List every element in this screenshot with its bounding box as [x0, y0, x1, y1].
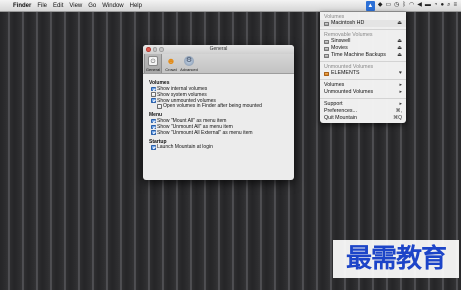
checkbox[interactable]	[151, 98, 156, 103]
menu-go[interactable]: Go	[88, 3, 96, 9]
crowd-icon: ☻	[166, 56, 176, 66]
checkbox[interactable]	[151, 145, 156, 150]
eject-icon[interactable]: ⏏	[397, 20, 402, 27]
preferences-window: General ⏻ General ☻ Crowd ⚙ Advanced Vol…	[143, 45, 294, 180]
watermark-logo: 最需教育	[333, 240, 459, 278]
menu-item-unmounted-volumes[interactable]: Unmounted Volumes ▸	[320, 89, 406, 96]
shortcut-label: ⌘,	[395, 108, 402, 114]
external-drive-icon	[324, 71, 329, 76]
submenu-arrow-icon: ▸	[399, 89, 402, 95]
user-icon[interactable]: ●	[440, 0, 444, 11]
volume-label: Movies	[331, 45, 348, 51]
menu-item-label: Support	[324, 101, 343, 107]
tab-advanced[interactable]: ⚙ Advanced	[180, 54, 198, 73]
hard-drive-icon	[324, 21, 329, 26]
volume-label: Time Machine Backups	[331, 52, 386, 58]
tab-crowd[interactable]: ☻ Crowd	[162, 54, 180, 73]
checkbox[interactable]	[157, 104, 162, 109]
volume-label: Macintosh HD	[331, 20, 365, 26]
option-open-volumes-in-finder[interactable]: Open volumes in Finder after being mount…	[157, 103, 288, 109]
preferences-content: Volumes Show internal volumes Show syste…	[143, 74, 294, 150]
window-controls	[146, 47, 164, 52]
submenu-arrow-icon: ▸	[399, 101, 402, 107]
volume-movies[interactable]: Movies ⏏	[320, 45, 406, 52]
preferences-toolbar: ⏻ General ☻ Crowd ⚙ Advanced	[143, 54, 294, 74]
volume-sinswell[interactable]: Sinswell ⏏	[320, 38, 406, 45]
volume-label: ELEMENTS	[331, 70, 360, 76]
separator	[320, 61, 406, 62]
wifi-icon[interactable]: ◠	[409, 0, 414, 11]
checkbox[interactable]	[151, 130, 156, 135]
menu-item-support[interactable]: Support ▸	[320, 101, 406, 108]
menu-item-quit[interactable]: Quit Mountain ⌘Q	[320, 115, 406, 122]
volume-macintosh-hd[interactable]: Macintosh HD ⏏	[320, 20, 406, 27]
mount-icon[interactable]: ♥	[399, 70, 402, 77]
menu-item-volumes[interactable]: Volumes ▸	[320, 82, 406, 89]
spotlight-icon[interactable]: ⌕	[447, 0, 450, 11]
mountain-menu: Volumes Macintosh HD ⏏ Removable Volumes…	[320, 12, 406, 123]
menu-item-label: Quit Mountain	[324, 115, 357, 121]
separator	[320, 79, 406, 80]
menu-item-label: Preferences...	[324, 108, 357, 114]
checkbox-label: Open volumes in Finder after being mount…	[163, 103, 262, 110]
drive-icon	[324, 46, 329, 51]
clock-icon[interactable]: ◔	[434, 0, 438, 11]
menu-view[interactable]: View	[69, 3, 82, 9]
volume-time-machine[interactable]: Time Machine Backups ⏏	[320, 52, 406, 59]
battery-icon[interactable]: ▬	[425, 0, 431, 11]
menu-file[interactable]: File	[37, 3, 47, 9]
gear-icon: ⚙	[184, 56, 194, 66]
separator	[320, 29, 406, 30]
close-button[interactable]	[146, 47, 151, 52]
menu-bar: Finder File Edit View Go Window Help ▲ ◆…	[0, 0, 461, 12]
tab-label: General	[145, 67, 161, 72]
tab-label: Crowd	[165, 67, 177, 72]
eject-icon[interactable]: ⏏	[397, 52, 402, 59]
volume-elements[interactable]: ELEMENTS ♥	[320, 70, 406, 77]
menu-edit[interactable]: Edit	[53, 3, 63, 9]
volume-icon[interactable]: ◀	[417, 0, 422, 11]
menu-finder[interactable]: Finder	[13, 3, 31, 9]
menu-item-preferences[interactable]: Preferences... ⌘,	[320, 108, 406, 115]
bluetooth-icon[interactable]: ᛒ	[402, 0, 406, 11]
checkbox[interactable]	[151, 124, 156, 130]
tab-general[interactable]: ⏻ General	[144, 54, 162, 73]
dropbox-icon[interactable]: ◆	[378, 0, 383, 11]
zoom-button[interactable]	[159, 47, 164, 52]
checkbox[interactable]	[151, 92, 156, 97]
eject-icon[interactable]: ⏏	[397, 38, 402, 45]
drive-icon	[324, 39, 329, 44]
window-titlebar[interactable]: General	[143, 45, 294, 54]
option-show-unmount-all-external[interactable]: Show "Unmount All External" as menu item	[151, 130, 288, 136]
menu-item-label: Unmounted Volumes	[324, 89, 374, 95]
status-area: ▲ ◆ ▭ ◷ ᛒ ◠ ◀ ▬ ◔ ● ⌕ ≡	[365, 0, 457, 11]
drive-icon	[324, 53, 329, 58]
timemachine-icon[interactable]: ◷	[394, 0, 399, 11]
menu-help[interactable]: Help	[130, 3, 142, 9]
window-title: General	[209, 46, 228, 52]
menu-item-label: Volumes	[324, 82, 345, 88]
checkbox-label: Launch Mountain at login	[157, 144, 213, 151]
tab-label: Advanced	[180, 67, 198, 72]
option-launch-at-login[interactable]: Launch Mountain at login	[151, 144, 288, 151]
notification-icon[interactable]: ≡	[453, 0, 457, 11]
checkbox[interactable]	[151, 86, 156, 92]
minimize-button[interactable]	[152, 47, 157, 52]
mountain-status-icon[interactable]: ▲	[365, 0, 375, 11]
switch-icon: ⏻	[148, 56, 158, 66]
menu-window[interactable]: Window	[102, 3, 123, 9]
volume-label: Sinswell	[331, 38, 351, 44]
monitor-icon[interactable]: ▭	[385, 0, 391, 11]
checkbox[interactable]	[151, 118, 156, 124]
eject-icon[interactable]: ⏏	[397, 45, 402, 52]
submenu-arrow-icon: ▸	[399, 82, 402, 88]
separator	[320, 98, 406, 99]
checkbox-label: Show "Unmount All External" as menu item	[157, 129, 253, 136]
shortcut-label: ⌘Q	[393, 115, 402, 121]
